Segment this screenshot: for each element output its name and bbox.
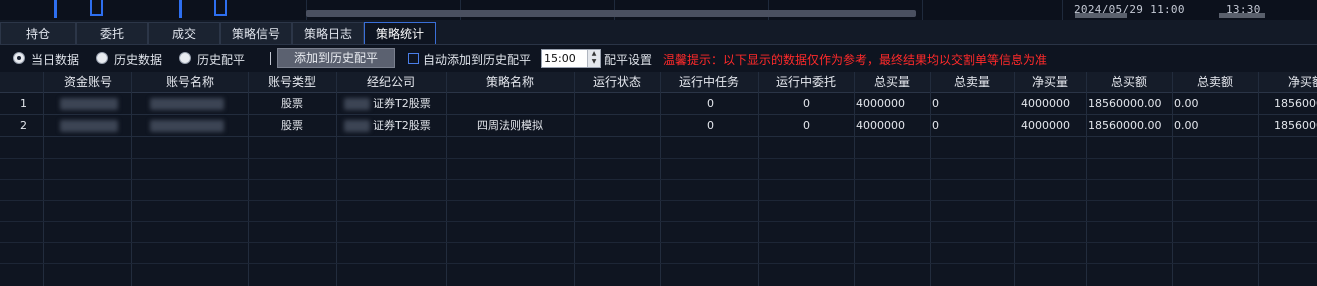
time-value: 15:00 xyxy=(544,52,576,65)
grid-row-line xyxy=(0,179,1317,180)
grid-row-line xyxy=(0,158,1317,159)
toolbar: 当日数据 历史数据 历史配平 添加到历史配平 自动添加到历史配平 15:00 ▲… xyxy=(0,45,1317,71)
run-status xyxy=(574,93,660,114)
masked-account xyxy=(60,98,118,110)
net-buy-qty: 4000000 xyxy=(1021,97,1070,110)
radio-history[interactable] xyxy=(96,52,108,64)
time-axis-tick xyxy=(1219,13,1265,18)
col-net-buy-amount[interactable]: 净买额 xyxy=(1270,72,1317,92)
running-tasks: 0 xyxy=(707,119,714,132)
chart-marker xyxy=(179,0,182,18)
col-total-buy-qty[interactable]: 总买量 xyxy=(854,72,930,92)
account-type: 股票 xyxy=(281,119,303,132)
total-sell-amount: 0.00 xyxy=(1174,119,1199,132)
row-index: 2 xyxy=(20,119,27,132)
pair-settings-link[interactable]: 配平设置 xyxy=(604,51,652,68)
running-tasks: 0 xyxy=(707,97,714,110)
tab-strategy-stats[interactable]: 策略统计 xyxy=(364,22,436,44)
net-buy-amount: 18560000 xyxy=(1274,119,1317,132)
strategy-name: 四周法则模拟 xyxy=(477,119,543,132)
time-input[interactable]: 15:00 ▲ ▼ xyxy=(541,49,601,68)
row-index: 1 xyxy=(20,97,27,110)
net-buy-qty: 4000000 xyxy=(1021,119,1070,132)
table-row[interactable]: 1 股票 证券T2股票 0 0 4000000 0 4000000 185600… xyxy=(0,93,1317,115)
auto-add-label: 自动添加到历史配平 xyxy=(423,53,532,67)
running-orders: 0 xyxy=(803,97,810,110)
stats-table: 资金账号 账号名称 账号类型 经纪公司 策略名称 运行状态 运行中任务 运行中委… xyxy=(0,72,1317,286)
tab-trades[interactable]: 成交 xyxy=(148,22,220,44)
masked-broker xyxy=(344,120,370,132)
chart-strip: 2024/05/29 11:00 13:30 xyxy=(0,0,1317,20)
chart-gridline xyxy=(1062,0,1063,20)
time-spinner[interactable]: ▲ ▼ xyxy=(587,50,600,67)
time-axis-tick xyxy=(1075,13,1127,18)
col-running-orders[interactable]: 运行中委托 xyxy=(758,72,854,92)
broker: 证券T2股票 xyxy=(373,97,431,110)
account-type: 股票 xyxy=(281,97,303,110)
col-net-buy-qty[interactable]: 净买量 xyxy=(1014,72,1086,92)
total-buy-qty: 4000000 xyxy=(856,97,905,110)
radio-today-label: 当日数据 xyxy=(31,53,80,67)
masked-account xyxy=(60,120,118,132)
document-icon xyxy=(90,0,103,16)
run-status xyxy=(574,115,660,136)
col-account-type[interactable]: 账号类型 xyxy=(248,72,336,92)
col-broker[interactable]: 经纪公司 xyxy=(336,72,446,92)
auto-add-checkbox[interactable] xyxy=(408,53,419,64)
col-total-sell-qty[interactable]: 总卖量 xyxy=(930,72,1014,92)
masked-account-name xyxy=(150,120,224,132)
strategy-name xyxy=(446,93,574,114)
col-running-tasks[interactable]: 运行中任务 xyxy=(660,72,758,92)
tab-positions[interactable]: 持仓 xyxy=(0,22,76,44)
col-account-name[interactable]: 账号名称 xyxy=(132,72,248,92)
net-buy-amount: 18560000 xyxy=(1274,97,1317,110)
add-to-history-pair-button[interactable]: 添加到历史配平 xyxy=(277,48,395,68)
total-sell-amount: 0.00 xyxy=(1174,97,1199,110)
tab-bar: 持仓 委托 成交 策略信号 策略日志 策略统计 xyxy=(0,20,1317,45)
horizontal-scrollbar[interactable] xyxy=(306,10,916,17)
total-buy-amount: 18560000.00 xyxy=(1088,97,1162,110)
document-icon xyxy=(214,0,227,16)
col-run-status[interactable]: 运行状态 xyxy=(574,72,660,92)
tab-orders[interactable]: 委托 xyxy=(76,22,148,44)
radio-today[interactable] xyxy=(13,52,25,64)
chart-marker xyxy=(54,0,57,18)
broker: 证券T2股票 xyxy=(373,119,431,132)
col-total-buy-amount[interactable]: 总买额 xyxy=(1086,72,1172,92)
col-total-sell-amount[interactable]: 总卖额 xyxy=(1172,72,1258,92)
table-header: 资金账号 账号名称 账号类型 经纪公司 策略名称 运行状态 运行中任务 运行中委… xyxy=(0,72,1317,93)
radio-history-pair[interactable] xyxy=(179,52,191,64)
tab-strategy-log[interactable]: 策略日志 xyxy=(292,22,364,44)
grid-row-line xyxy=(0,221,1317,222)
table-row[interactable]: 2 股票 证券T2股票 四周法则模拟 0 0 4000000 0 4000000… xyxy=(0,115,1317,137)
total-sell-qty: 0 xyxy=(932,97,939,110)
grid-row-line xyxy=(0,263,1317,264)
col-strategy-name[interactable]: 策略名称 xyxy=(446,72,574,92)
tab-strategy-signals[interactable]: 策略信号 xyxy=(220,22,292,44)
grid-row-line xyxy=(0,200,1317,201)
running-orders: 0 xyxy=(803,119,810,132)
col-fund-account[interactable]: 资金账号 xyxy=(44,72,132,92)
toolbar-divider xyxy=(270,52,271,65)
warning-text: 温馨提示：以下显示的数据仅作为参考，最终结果均以交割单等信息为准 xyxy=(663,53,1048,67)
chart-gridline xyxy=(922,0,923,20)
masked-account-name xyxy=(150,98,224,110)
grid-row-line xyxy=(0,242,1317,243)
total-buy-amount: 18560000.00 xyxy=(1088,119,1162,132)
total-buy-qty: 4000000 xyxy=(856,119,905,132)
radio-history-label: 历史数据 xyxy=(114,53,163,67)
masked-broker xyxy=(344,98,370,110)
radio-history-pair-label: 历史配平 xyxy=(197,53,246,67)
total-sell-qty: 0 xyxy=(932,119,939,132)
